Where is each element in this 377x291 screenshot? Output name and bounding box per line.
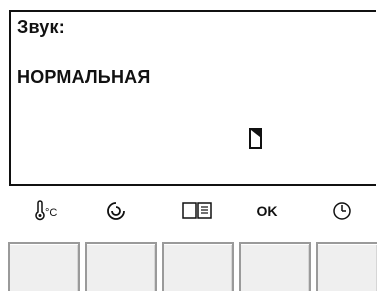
program-icon [103,198,129,224]
softkey-program[interactable] [85,242,157,291]
softkey-row [8,242,377,291]
temperature-icon: °C [31,198,59,224]
setting-title: Звук: [17,17,65,37]
ok-label: OK [256,203,278,219]
softkey-clock[interactable] [316,242,377,291]
softkey-manual[interactable] [162,242,234,291]
clock-icon [330,198,354,224]
manual-book-icon [180,198,214,224]
scroll-indicator-icon [249,128,262,149]
softkey-ok[interactable] [239,242,311,291]
temperature-unit-label: °C [45,207,57,219]
setting-value: НОРМАЛЬНАЯ [17,67,151,87]
softkey-temperature[interactable] [8,242,80,291]
